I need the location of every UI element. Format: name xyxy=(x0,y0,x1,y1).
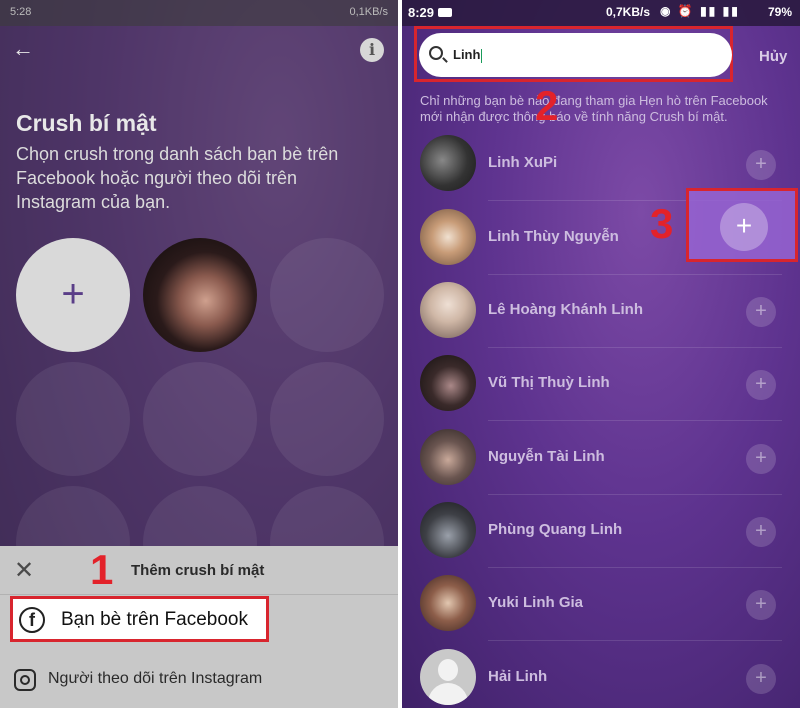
instagram-followers-option[interactable]: Người theo dõi trên Instagram xyxy=(48,670,262,688)
step-marker-3: 3 xyxy=(650,200,674,247)
add-friend-button[interactable]: + xyxy=(746,664,776,694)
empty-slot xyxy=(143,362,257,476)
avatar xyxy=(420,282,476,338)
add-friend-button[interactable]: + xyxy=(720,203,768,251)
friend-name: Phùng Quang Linh xyxy=(488,521,623,538)
add-friend-button[interactable]: + xyxy=(746,150,776,180)
status-speed: 0,1KB/s xyxy=(349,6,388,18)
left-screen: 5:28 0,1KB/s ← i Crush bí mật Chọn crush… xyxy=(0,0,398,708)
status-icons: ◉ ⏰ ▮▮ ▮▮ xyxy=(660,4,740,18)
add-friend-button[interactable]: + xyxy=(746,590,776,620)
search-icon xyxy=(429,46,443,60)
friend-name: Hải Linh xyxy=(488,668,548,685)
list-item[interactable]: Lê Hoàng Khánh Linh + xyxy=(402,275,800,348)
page-description: Chọn crush trong danh sách bạn bè trên F… xyxy=(16,144,339,212)
page-title: Crush bí mật xyxy=(16,110,157,136)
friend-name: Nguyễn Tài Linh xyxy=(488,448,605,465)
avatar xyxy=(420,429,476,485)
empty-slot xyxy=(270,362,384,476)
facebook-friends-label: Bạn bè trên Facebook xyxy=(61,609,248,630)
avatar xyxy=(420,209,476,265)
avatar xyxy=(420,502,476,558)
camera-icon xyxy=(438,8,452,17)
list-item[interactable]: Nguyễn Tài Linh + xyxy=(402,422,800,495)
add-friend-button[interactable]: + xyxy=(746,297,776,327)
facebook-friends-option[interactable]: f Bạn bè trên Facebook xyxy=(10,596,269,642)
facebook-icon: f xyxy=(19,607,45,633)
sheet-title: Thêm crush bí mật xyxy=(131,562,265,579)
dating-notice: Chỉ những bạn bè nào đang tham gia Hẹn h… xyxy=(420,93,768,124)
empty-slot xyxy=(16,362,130,476)
status-time: 8:29 xyxy=(408,5,435,20)
add-friend-button[interactable]: + xyxy=(746,517,776,547)
add-friend-button[interactable]: + xyxy=(746,370,776,400)
friend-name: Yuki Linh Gia xyxy=(488,594,584,611)
add-friend-highlight: + xyxy=(686,188,798,262)
search-input[interactable]: Linh xyxy=(419,33,732,77)
battery-level: 79% xyxy=(767,5,792,19)
crush-avatar[interactable] xyxy=(143,238,257,352)
avatar xyxy=(420,355,476,411)
divider xyxy=(0,594,398,595)
back-arrow-icon[interactable]: ← xyxy=(12,36,34,62)
empty-slot xyxy=(270,238,384,352)
status-time: 5:28 xyxy=(10,6,32,18)
friend-name: Linh XuPi xyxy=(488,154,558,171)
avatar xyxy=(420,135,476,191)
status-bar: 8:29 0,7KB/s ◉ ⏰ ▮▮ ▮▮ 79% xyxy=(402,0,800,26)
right-screen: 8:29 0,7KB/s ◉ ⏰ ▮▮ ▮▮ 79% Linh Hủy Chỉ … xyxy=(402,0,800,708)
default-avatar-icon xyxy=(420,649,476,705)
instagram-icon[interactable] xyxy=(14,669,36,691)
friend-name: Lê Hoàng Khánh Linh xyxy=(488,301,643,318)
friend-name: Vũ Thị Thuỳ Linh xyxy=(488,374,610,391)
friend-name: Linh Thùy Nguyễn xyxy=(488,228,619,245)
status-speed: 0,7KB/s xyxy=(606,5,651,19)
plus-icon: + xyxy=(61,272,85,316)
divider xyxy=(488,640,782,641)
step-marker-2: 2 xyxy=(535,82,559,129)
text-caret xyxy=(481,48,483,63)
list-item[interactable]: Yuki Linh Gia + xyxy=(402,568,800,641)
add-friend-button[interactable]: + xyxy=(746,444,776,474)
add-crush-button[interactable]: + xyxy=(16,238,130,352)
divider xyxy=(488,420,782,421)
close-icon[interactable]: ✕ xyxy=(14,556,34,585)
list-item[interactable]: Phùng Quang Linh + xyxy=(402,495,800,568)
search-input-value: Linh xyxy=(453,47,483,63)
info-icon[interactable]: i xyxy=(360,38,384,62)
status-bar: 5:28 0,1KB/s xyxy=(0,0,398,26)
list-item[interactable]: Hải Linh + xyxy=(402,642,800,708)
list-item[interactable]: Vũ Thị Thuỳ Linh + xyxy=(402,348,800,421)
cancel-button[interactable]: Hủy xyxy=(759,48,787,65)
step-marker-1: 1 xyxy=(90,546,114,593)
avatar xyxy=(420,575,476,631)
